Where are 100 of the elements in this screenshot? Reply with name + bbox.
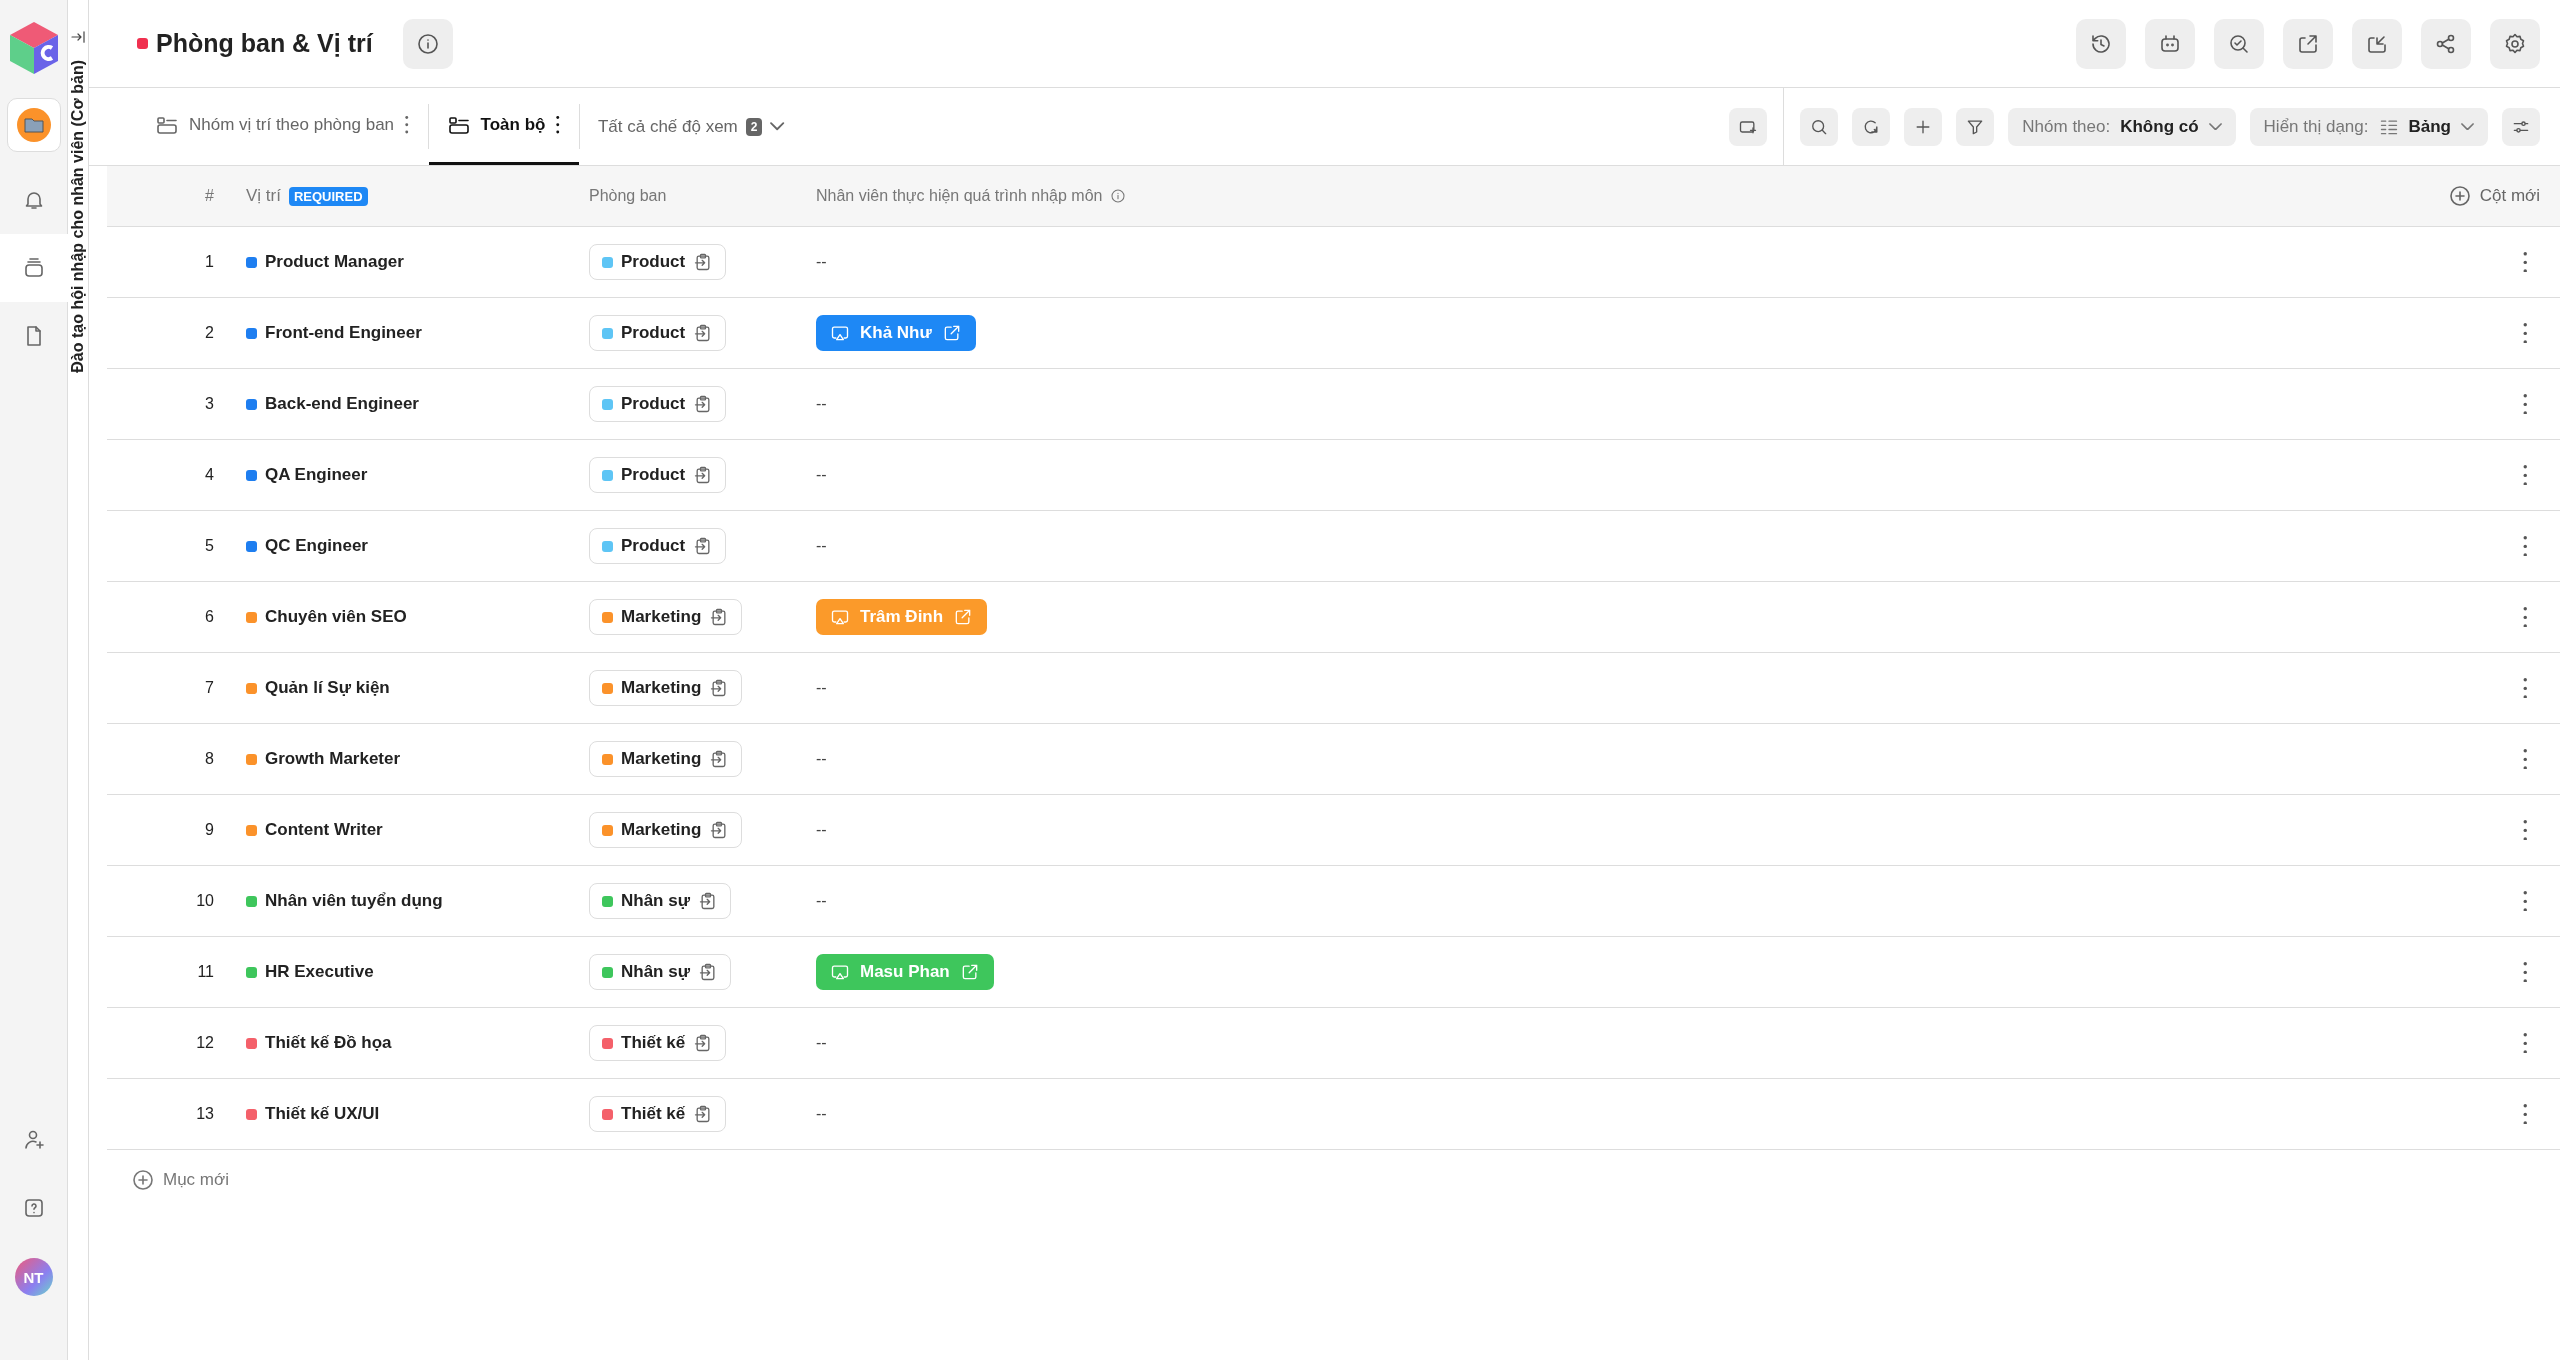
department-tag[interactable]: Product bbox=[589, 386, 727, 422]
row-number: 2 bbox=[204, 324, 214, 342]
row-menu-button[interactable] bbox=[2521, 677, 2529, 699]
row-menu-button[interactable] bbox=[2521, 393, 2529, 415]
position-name: Content Writer bbox=[265, 820, 383, 840]
kebab-icon bbox=[2521, 677, 2529, 699]
position-name: Growth Marketer bbox=[265, 749, 401, 769]
position-name: Nhân viên tuyển dụng bbox=[265, 891, 443, 911]
row-menu-button[interactable] bbox=[2521, 1032, 2529, 1054]
sidebar-item[interactable] bbox=[0, 234, 68, 302]
empty-value: -- bbox=[816, 537, 827, 554]
empty-value: -- bbox=[816, 892, 827, 909]
add-row-button[interactable]: Mục mới bbox=[131, 1168, 229, 1192]
row-number: 3 bbox=[204, 395, 214, 413]
empty-value: -- bbox=[816, 1105, 827, 1122]
refresh-button[interactable] bbox=[1852, 107, 1891, 146]
import-button[interactable] bbox=[2352, 18, 2402, 69]
clipboard-icon bbox=[698, 891, 718, 911]
kebab-icon bbox=[2521, 890, 2529, 912]
share-button[interactable] bbox=[2421, 18, 2471, 69]
folder-icon bbox=[15, 107, 52, 143]
empty-value: -- bbox=[816, 466, 827, 483]
info-button[interactable] bbox=[402, 18, 453, 69]
row-menu-button[interactable] bbox=[2521, 890, 2529, 912]
display-dropdown[interactable]: Hiển thị dạng: Bảng bbox=[2249, 107, 2488, 146]
clipboard-icon bbox=[698, 962, 718, 982]
row-number: 8 bbox=[204, 750, 214, 768]
empty-value: -- bbox=[816, 1034, 827, 1051]
empty-value: -- bbox=[816, 821, 827, 838]
history-button[interactable] bbox=[2076, 18, 2126, 69]
position-name: Thiết kế UX/UI bbox=[265, 1104, 380, 1124]
export-button[interactable] bbox=[2283, 18, 2333, 69]
kebab-icon bbox=[2521, 251, 2529, 273]
row-number: 11 bbox=[196, 963, 214, 981]
department-tag[interactable]: Marketing bbox=[589, 670, 743, 706]
position-name: QA Engineer bbox=[265, 465, 368, 485]
department-tag[interactable]: Marketing bbox=[589, 741, 743, 777]
row-menu-button[interactable] bbox=[2521, 748, 2529, 770]
add-button[interactable] bbox=[1904, 107, 1943, 146]
cube-logo bbox=[7, 20, 60, 76]
kebab-icon bbox=[555, 116, 561, 134]
page-title: Phòng ban & Vị trí bbox=[156, 29, 373, 58]
row-number: 6 bbox=[204, 608, 214, 626]
trainee-chip[interactable]: Khả Như bbox=[816, 315, 976, 351]
empty-value: -- bbox=[816, 253, 827, 270]
view-menu-label[interactable]: Tất cả chế độ xem bbox=[597, 116, 738, 137]
kebab-icon bbox=[2521, 606, 2529, 628]
count-badge: 2 bbox=[745, 117, 763, 136]
column-header: Vị trí bbox=[246, 186, 281, 206]
row-menu-button[interactable] bbox=[2521, 961, 2529, 983]
row-number: 4 bbox=[204, 466, 214, 484]
view-tab[interactable]: Nhóm vị trí theo phòng ban bbox=[137, 88, 428, 165]
kebab-icon bbox=[2521, 748, 2529, 770]
department-tag[interactable]: Product bbox=[589, 457, 727, 493]
kebab-icon bbox=[2521, 1032, 2529, 1054]
empty-value: -- bbox=[816, 750, 827, 767]
group-by-dropdown[interactable]: Nhóm theo: Không có bbox=[2008, 107, 2236, 146]
department-tag[interactable]: Thiết kế bbox=[589, 1096, 727, 1132]
empty-value: -- bbox=[816, 679, 827, 696]
position-name: Chuyên viên SEO bbox=[265, 607, 407, 627]
department-tag[interactable]: Nhân sự bbox=[589, 883, 731, 919]
department-tag[interactable]: Product bbox=[589, 244, 727, 280]
kebab-icon bbox=[2521, 535, 2529, 557]
row-menu-button[interactable] bbox=[2521, 251, 2529, 273]
row-number: 9 bbox=[204, 821, 214, 839]
kebab-icon bbox=[2521, 322, 2529, 344]
add-view-button[interactable] bbox=[1729, 107, 1768, 146]
department-tag[interactable]: Marketing bbox=[589, 599, 743, 635]
app-button[interactable] bbox=[6, 98, 61, 152]
options-button[interactable] bbox=[2502, 107, 2540, 146]
department-tag[interactable]: Nhân sự bbox=[589, 954, 731, 990]
collapse-icon bbox=[69, 28, 87, 46]
kebab-icon bbox=[2521, 464, 2529, 486]
caret-icon bbox=[2208, 122, 2222, 131]
filter-button[interactable] bbox=[1956, 107, 1995, 146]
position-name: Back-end Engineer bbox=[265, 394, 419, 414]
required-badge: REQUIRED bbox=[288, 186, 368, 206]
row-menu-button[interactable] bbox=[2521, 819, 2529, 841]
row-number: 10 bbox=[195, 892, 214, 910]
add-column-button[interactable]: Cột mới bbox=[2447, 184, 2540, 208]
position-name: Front-end Engineer bbox=[265, 323, 422, 343]
department-tag[interactable]: Thiết kế bbox=[589, 1025, 727, 1061]
empty-value: -- bbox=[816, 395, 827, 412]
row-menu-button[interactable] bbox=[2521, 535, 2529, 557]
row-menu-button[interactable] bbox=[2521, 464, 2529, 486]
department-tag[interactable]: Marketing bbox=[589, 812, 743, 848]
column-header: # bbox=[204, 187, 214, 205]
row-menu-button[interactable] bbox=[2521, 322, 2529, 344]
kebab-icon bbox=[2521, 1103, 2529, 1125]
kebab-icon bbox=[404, 116, 410, 134]
row-menu-button[interactable] bbox=[2521, 606, 2529, 628]
kebab-icon bbox=[2521, 819, 2529, 841]
search-check-button[interactable] bbox=[2214, 18, 2264, 69]
row-menu-button[interactable] bbox=[2521, 1103, 2529, 1125]
department-tag[interactable]: Product bbox=[589, 528, 727, 564]
settings-button[interactable] bbox=[2490, 18, 2540, 69]
plus-circle-icon bbox=[2447, 184, 2472, 208]
search-button[interactable] bbox=[1800, 107, 1839, 146]
department-tag[interactable]: Product bbox=[589, 315, 727, 351]
robot-button[interactable] bbox=[2145, 18, 2195, 69]
